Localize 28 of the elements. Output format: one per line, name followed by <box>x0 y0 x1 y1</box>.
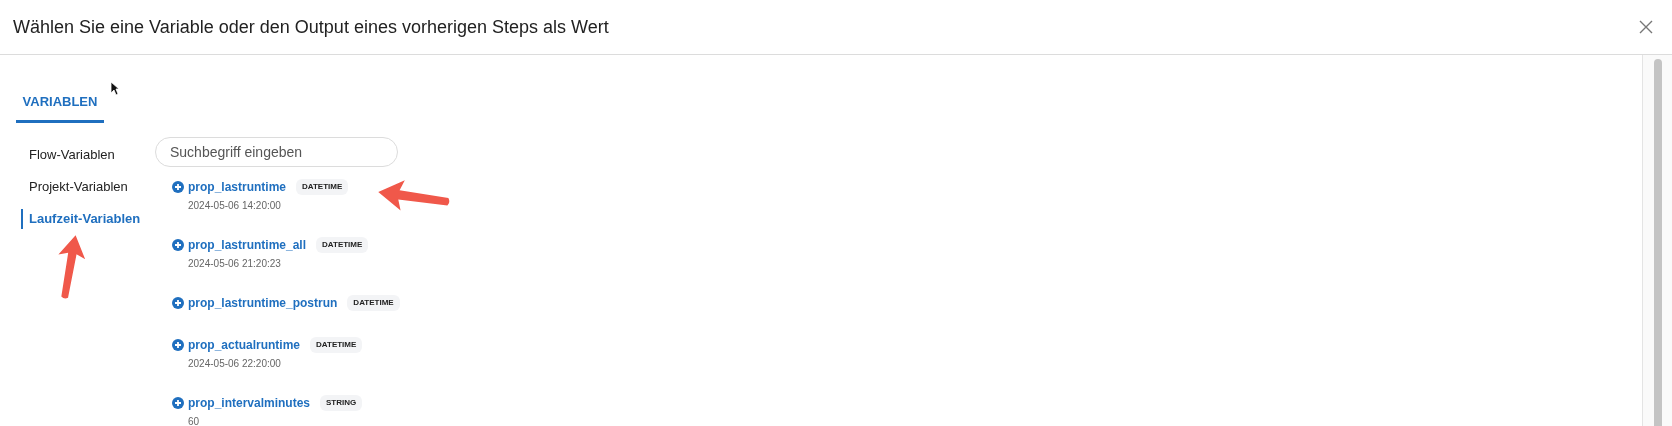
type-tag: DATETIME <box>296 179 349 195</box>
plus-circle-icon <box>172 397 184 409</box>
type-tag: DATETIME <box>316 237 369 253</box>
type-tag: DATETIME <box>347 295 400 311</box>
add-variable-link[interactable]: prop_lastruntime_postrun <box>172 294 338 312</box>
add-variable-link[interactable]: prop_lastruntime_all <box>172 236 307 254</box>
variable-value: 2024-05-06 22:20:00 <box>187 357 282 371</box>
search-field[interactable]: Suchbegriff eingeben <box>155 137 398 167</box>
type-tag: STRING <box>320 395 363 411</box>
variable-value: 60 <box>187 415 201 426</box>
add-variable-link[interactable]: prop_intervalminutes <box>172 394 311 412</box>
plus-circle-icon <box>172 239 184 251</box>
add-variable-link[interactable]: prop_lastruntime <box>172 178 286 196</box>
sidebar-item[interactable]: Projekt-Variablen <box>21 177 155 197</box>
variable-value: 2024-05-06 21:20:23 <box>187 257 282 271</box>
plus-circle-icon <box>172 339 184 351</box>
add-variable-link[interactable]: prop_actualruntime <box>172 336 301 354</box>
type-tag: DATETIME <box>310 337 363 353</box>
dialog-title: Wählen Sie eine Variable oder den Output eines vorherigen Steps als Wert <box>13 15 609 39</box>
pointer-icon <box>110 81 120 96</box>
close-icon[interactable] <box>1638 19 1654 35</box>
scrollbar[interactable] <box>1642 55 1672 426</box>
variable-value: 2024-05-06 14:20:00 <box>187 199 282 213</box>
sidebar-item[interactable]: Flow-Variablen <box>21 145 155 165</box>
sidebar-item[interactable]: Laufzeit-Variablen <box>21 209 155 229</box>
tab[interactable]: VARIABLEN <box>16 83 104 123</box>
plus-circle-icon <box>172 297 184 309</box>
plus-circle-icon <box>172 181 184 193</box>
